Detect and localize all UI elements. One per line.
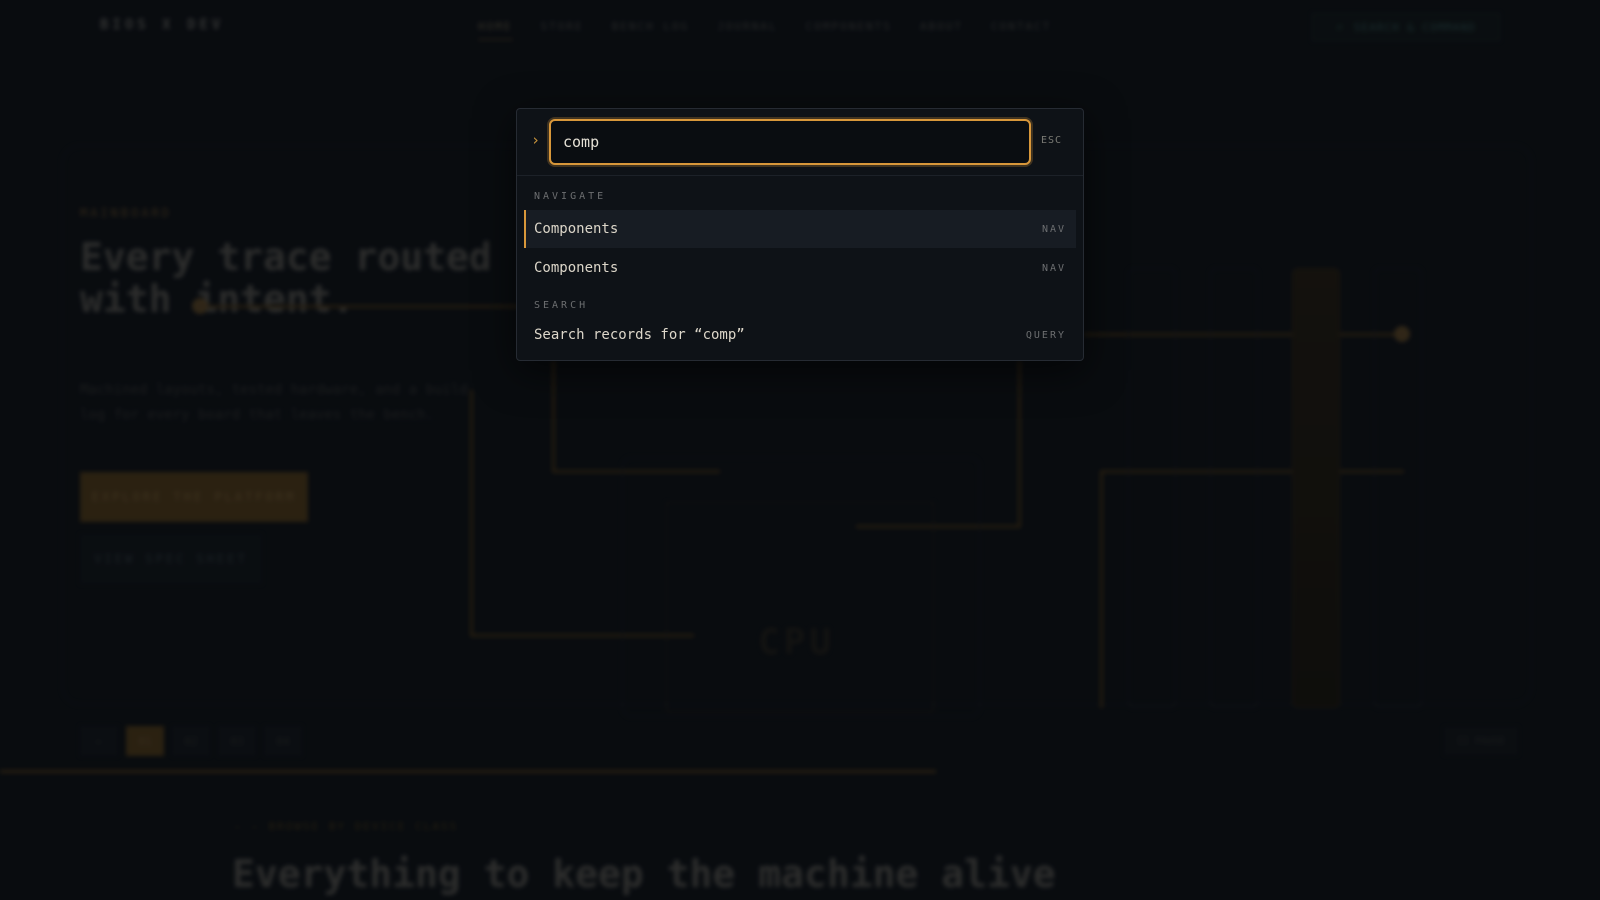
result-item[interactable]: Components NAV (524, 210, 1076, 248)
search-field[interactable] (549, 119, 1031, 165)
result-item-badge: NAV (1041, 223, 1066, 235)
result-item-label: Search records for “comp” (534, 327, 745, 343)
esc-hint[interactable]: ESC (1041, 135, 1062, 146)
result-item[interactable]: Search records for “comp” QUERY (524, 316, 1076, 354)
result-item-badge: QUERY (1025, 329, 1066, 341)
divider (517, 175, 1083, 176)
command-palette: › ESC NAVIGATE Components NAV Components… (516, 108, 1084, 361)
prompt-chevron-icon: › (531, 131, 541, 149)
result-item-label: Components (534, 221, 619, 237)
result-item-label: Components (534, 260, 619, 276)
group-label-navigate: NAVIGATE (534, 191, 607, 202)
result-item-badge: NAV (1041, 262, 1066, 274)
search-input[interactable] (551, 121, 1029, 163)
group-label-search: SEARCH (534, 300, 589, 311)
result-item[interactable]: Components NAV (524, 249, 1076, 287)
